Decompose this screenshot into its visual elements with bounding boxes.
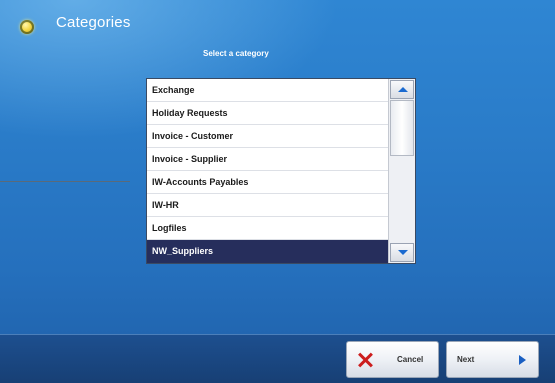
category-list: Exchange Holiday Requests Invoice - Cust…	[147, 79, 389, 263]
scroll-up-button[interactable]	[390, 80, 414, 99]
categories-screen: Categories Select a category Exchange Ho…	[0, 0, 555, 383]
list-item[interactable]: Invoice - Customer	[147, 125, 389, 148]
divider-line	[0, 181, 130, 182]
scrollbar[interactable]	[388, 79, 415, 263]
select-category-prompt: Select a category	[203, 49, 269, 58]
red-x-icon	[357, 352, 373, 368]
next-button[interactable]: Next	[446, 341, 539, 378]
list-item[interactable]: IW-Accounts Payables	[147, 171, 389, 194]
category-listbox[interactable]: Exchange Holiday Requests Invoice - Cust…	[146, 78, 416, 264]
list-item[interactable]: Logfiles	[147, 217, 389, 240]
cancel-button[interactable]: Cancel	[346, 341, 439, 378]
arrow-up-icon	[398, 87, 408, 92]
arrow-down-icon	[398, 250, 408, 255]
list-item-selected[interactable]: NW_Suppliers	[147, 240, 389, 263]
cancel-label: Cancel	[397, 355, 424, 364]
next-label: Next	[457, 355, 475, 364]
page-title: Categories	[56, 14, 131, 31]
header: Categories	[20, 14, 131, 35]
scroll-down-button[interactable]	[390, 243, 414, 262]
list-item[interactable]: Exchange	[147, 79, 389, 102]
list-item[interactable]: Invoice - Supplier	[147, 148, 389, 171]
scroll-thumb[interactable]	[390, 100, 414, 156]
list-item[interactable]: Holiday Requests	[147, 102, 389, 125]
play-arrow-icon	[519, 355, 526, 365]
yellow-circle-icon	[20, 19, 34, 34]
list-item[interactable]: IW-HR	[147, 194, 389, 217]
